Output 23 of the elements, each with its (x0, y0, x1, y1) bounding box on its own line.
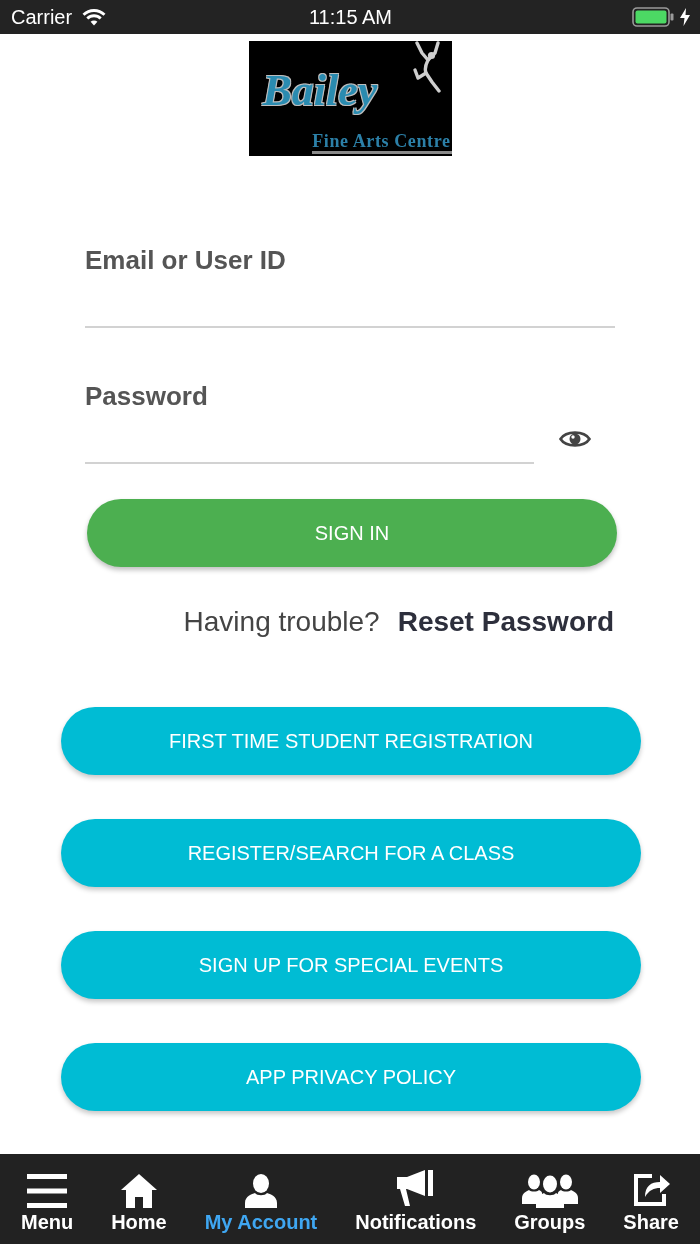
account-tab[interactable]: My Account (204, 1170, 318, 1233)
groups-tab[interactable]: Groups (514, 1170, 586, 1233)
person-icon (242, 1174, 279, 1208)
group-icon (521, 1174, 578, 1208)
logo-script-text: Bailey (262, 67, 378, 115)
eye-icon (559, 428, 591, 450)
house-icon (120, 1174, 157, 1208)
field-label: Password (85, 380, 208, 413)
notifications-tab[interactable]: Notifications (355, 1170, 477, 1233)
logo-subtitle: Fine Arts Centre (312, 132, 452, 154)
wifi-icon (82, 8, 107, 26)
reset-password-link[interactable]: Reset Password (397, 602, 614, 642)
dancer-icon (411, 41, 442, 93)
clock-time: 11:15 AM (309, 5, 392, 29)
carrier-name: Carrier (11, 5, 73, 29)
share-tab[interactable]: Share (623, 1170, 679, 1233)
help-prompt: Having trouble? (183, 605, 380, 639)
field-label: Email or User ID (85, 244, 286, 277)
menu-icon (27, 1174, 68, 1208)
home-tab[interactable]: Home (111, 1170, 167, 1233)
battery-icon (632, 7, 674, 27)
megaphone-icon (396, 1170, 435, 1208)
menu-tab[interactable]: Menu (21, 1170, 74, 1233)
